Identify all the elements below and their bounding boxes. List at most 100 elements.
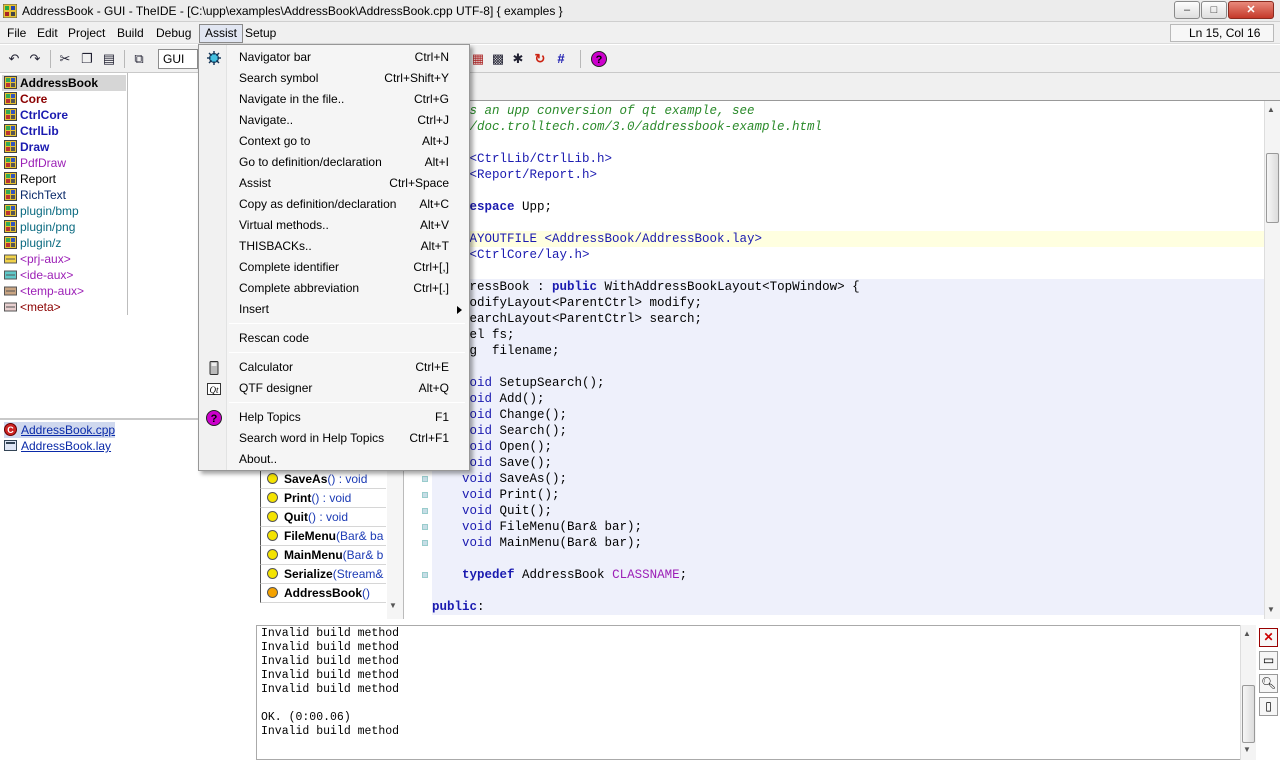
find-in-files-icon[interactable]: 🔍︎ [1259, 674, 1278, 693]
hash-icon[interactable]: # [553, 51, 569, 67]
menu-item-complete-identifier[interactable]: Complete identifier Ctrl+[,] [200, 257, 468, 278]
code-line[interactable] [432, 583, 1264, 599]
navigator-item[interactable]: FileMenu(Bar& ba [260, 527, 386, 546]
code-line[interactable]: void Print(); [432, 487, 1264, 503]
code-line[interactable]: lude <Report/Report.h> [432, 167, 1264, 183]
help-icon[interactable]: ? [591, 51, 607, 67]
menu-item-go-to-definition-declaration[interactable]: Go to definition/declaration Alt+I [200, 152, 468, 173]
code-line[interactable]: void Quit(); [432, 503, 1264, 519]
code-line[interactable]: s AddressBook : public WithAddressBookLa… [432, 279, 1264, 295]
menu-item-search-symbol[interactable]: Search symbol Ctrl+Shift+Y [200, 68, 468, 89]
code-line[interactable]: void Open(); [432, 439, 1264, 455]
menu-item-navigate[interactable]: Navigate.. Ctrl+J [200, 110, 468, 131]
code-line[interactable]: his is an upp conversion of qt example, … [432, 103, 1264, 119]
build-icon[interactable]: ▦ [470, 51, 486, 67]
scroll-up-icon[interactable]: ▲ [1267, 105, 1275, 114]
code-line[interactable] [432, 263, 1264, 279]
code-line[interactable] [432, 183, 1264, 199]
code-line[interactable]: WithSearchLayout<ParentCtrl> search; [432, 311, 1264, 327]
navigator-item[interactable]: SaveAs() : void [260, 470, 386, 489]
redo-icon[interactable]: ↷ [27, 51, 43, 67]
minimize-button[interactable]: – [1174, 1, 1200, 19]
scroll-down-icon[interactable]: ▼ [1243, 745, 1251, 754]
code-line[interactable]: void MainMenu(Bar& bar); [432, 535, 1264, 551]
package-item[interactable]: Core [4, 91, 47, 107]
menu-build[interactable]: Build [112, 25, 149, 42]
cut-icon[interactable]: ✂ [57, 51, 73, 67]
menu-item-copy-as-definition-declaration[interactable]: Copy as definition/declaration Alt+C [200, 194, 468, 215]
package-item[interactable]: <temp-aux> [4, 283, 84, 299]
menu-item-calculator[interactable]: Calculator Ctrl+E [200, 357, 468, 378]
rebuild-icon[interactable]: ↻ [532, 51, 548, 67]
package-item[interactable]: plugin/z [4, 235, 61, 251]
menu-item-help-topics[interactable]: ? Help Topics F1 [200, 407, 468, 428]
package-item[interactable]: CtrlLib [4, 123, 59, 139]
menu-item-search-word-in-help-topics[interactable]: Search word in Help Topics Ctrl+F1 [200, 428, 468, 449]
code-line[interactable]: g namespace Upp; [432, 199, 1264, 215]
navigator-item[interactable]: Quit() : void [260, 508, 386, 527]
code-line[interactable]: void SetupSearch(); [432, 375, 1264, 391]
scroll-thumb[interactable] [1266, 153, 1279, 223]
close-console-icon[interactable]: ✕ [1259, 628, 1278, 647]
package-item[interactable]: CtrlCore [4, 107, 68, 123]
menu-assist[interactable]: Assist [199, 24, 244, 43]
menu-edit[interactable]: Edit [32, 25, 63, 42]
code-line[interactable]: public: [432, 599, 1264, 615]
menu-debug[interactable]: Debug [151, 25, 196, 42]
code-line[interactable]: void Save(); [432, 455, 1264, 471]
file-item[interactable]: C AddressBook.cpp [4, 422, 116, 438]
code-line[interactable]: ttp://doc.trolltech.com/3.0/addressbook-… [432, 119, 1264, 135]
close-window-button[interactable]: ✕ [1228, 1, 1274, 19]
package-item[interactable]: <meta> [4, 299, 61, 315]
package-item[interactable]: <ide-aux> [4, 267, 73, 283]
package-item[interactable]: plugin/png [4, 219, 75, 235]
menu-item-navigator-bar[interactable]: Navigator bar Ctrl+N [200, 47, 468, 68]
code-line[interactable]: void Change(); [432, 407, 1264, 423]
scroll-down-icon[interactable]: ▼ [1267, 605, 1275, 614]
console-scrollbar[interactable]: ▲ ▼ [1240, 625, 1256, 760]
code-line[interactable]: void Add(); [432, 391, 1264, 407]
scroll-up-icon[interactable]: ▲ [1243, 629, 1251, 638]
code-line[interactable]: void FileMenu(Bar& bar); [432, 519, 1264, 535]
code-line[interactable]: void Search(); [432, 423, 1264, 439]
debug-icon[interactable]: ✱ [510, 51, 526, 67]
output-console[interactable]: Invalid build method Invalid build method… [256, 625, 1256, 760]
scroll-thumb[interactable] [1242, 685, 1255, 743]
package-item[interactable]: Report [4, 171, 56, 187]
code-line[interactable]: String filename; [432, 343, 1264, 359]
editor-scrollbar[interactable]: ▲ ▼ [1264, 101, 1280, 619]
code-editor[interactable]: his is an upp conversion of qt example, … [404, 101, 1264, 619]
calendar-icon[interactable]: ▩ [490, 51, 506, 67]
maximize-button[interactable]: □ [1201, 1, 1227, 19]
package-item[interactable]: PdfDraw [4, 155, 66, 171]
menu-item-assist[interactable]: Assist Ctrl+Space [200, 173, 468, 194]
code-line[interactable] [432, 359, 1264, 375]
code-line[interactable]: lude <CtrlCore/lay.h> [432, 247, 1264, 263]
paste-icon[interactable]: ▤ [101, 51, 117, 67]
menu-setup[interactable]: Setup [240, 25, 281, 42]
package-item[interactable]: RichText [4, 187, 66, 203]
console-list-icon[interactable]: ▭ [1259, 651, 1278, 670]
package-item[interactable]: plugin/bmp [4, 203, 79, 219]
package-item[interactable]: AddressBook [2, 75, 126, 91]
menu-item-insert[interactable]: Insert [200, 299, 468, 320]
package-item[interactable]: Draw [4, 139, 49, 155]
menu-item-about[interactable]: About.. [200, 449, 468, 470]
code-line[interactable] [432, 215, 1264, 231]
file-item[interactable]: AddressBook.lay [4, 438, 111, 454]
navigator-item[interactable]: Print() : void [260, 489, 386, 508]
duplicate-icon[interactable]: ⧉ [131, 51, 147, 67]
menu-item-complete-abbreviation[interactable]: Complete abbreviation Ctrl+[.] [200, 278, 468, 299]
undo-icon[interactable]: ↶ [6, 51, 22, 67]
code-line[interactable]: void SaveAs(); [432, 471, 1264, 487]
build-mode-combo[interactable]: GUI [158, 49, 198, 69]
menu-item-context-go-to[interactable]: Context go to Alt+J [200, 131, 468, 152]
menu-project[interactable]: Project [63, 25, 110, 42]
code-line[interactable] [432, 551, 1264, 567]
navigator-item[interactable]: MainMenu(Bar& b [260, 546, 386, 565]
package-item[interactable]: <prj-aux> [4, 251, 71, 267]
menu-item-navigate-in-the-file[interactable]: Navigate in the file.. Ctrl+G [200, 89, 468, 110]
menu-item-virtual-methods[interactable]: Virtual methods.. Alt+V [200, 215, 468, 236]
menu-item-rescan-code[interactable]: Rescan code [200, 328, 468, 349]
code-line[interactable]: lude <CtrlLib/CtrlLib.h> [432, 151, 1264, 167]
